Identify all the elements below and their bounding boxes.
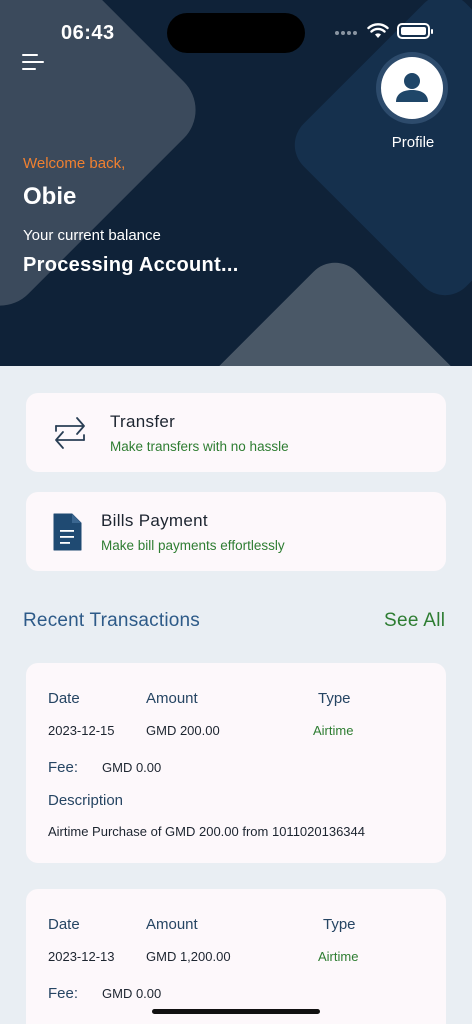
transfer-card[interactable]: Transfer Make transfers with no hassle <box>26 393 446 472</box>
wifi-icon <box>367 23 389 38</box>
date-label: Date <box>48 690 80 707</box>
transaction-description: Airtime Purchase of GMD 200.00 from 1011… <box>48 824 365 839</box>
bills-payment-card[interactable]: Bills Payment Make bill payments effortl… <box>26 492 446 571</box>
transaction-amount: GMD 200.00 <box>146 723 220 738</box>
see-all-link[interactable]: See All <box>384 610 445 632</box>
transaction-date: 2023-12-13 <box>48 949 115 964</box>
transaction-card[interactable]: Date Amount Type 2023-12-13 GMD 1,200.00… <box>26 889 446 1024</box>
transaction-date: 2023-12-15 <box>48 723 115 738</box>
profile-button[interactable]: Profile <box>376 52 450 151</box>
status-time: 06:43 <box>61 22 115 44</box>
bills-payment-title: Bills Payment <box>101 510 208 530</box>
home-indicator[interactable] <box>152 1009 320 1014</box>
welcome-text: Welcome back, <box>23 155 126 172</box>
amount-label: Amount <box>146 690 198 707</box>
fee-label: Fee: <box>48 759 79 776</box>
profile-label: Profile <box>391 134 435 151</box>
transfer-title: Transfer <box>110 411 176 431</box>
battery-icon <box>397 23 433 39</box>
status-icons <box>335 22 433 40</box>
decor-shape <box>282 0 472 308</box>
avatar[interactable] <box>376 52 448 124</box>
user-icon <box>396 73 428 102</box>
transfer-arrows-icon <box>52 411 88 455</box>
transfer-subtitle: Make transfers with no hassle <box>110 438 289 454</box>
bills-payment-subtitle: Make bill payments effortlessly <box>101 537 285 553</box>
transaction-card[interactable]: Date Amount Type 2023-12-15 GMD 200.00 A… <box>26 663 446 863</box>
signal-dots-icon <box>335 22 359 40</box>
transaction-fee: GMD 0.00 <box>102 986 162 1001</box>
type-label: Type <box>323 916 356 933</box>
balance-label: Your current balance <box>23 227 161 244</box>
description-label: Description <box>48 792 124 809</box>
transaction-type: Airtime <box>313 723 354 738</box>
date-label: Date <box>48 916 80 933</box>
transaction-amount: GMD 1,200.00 <box>146 949 231 964</box>
dynamic-island <box>167 13 305 53</box>
transaction-fee: GMD 0.00 <box>102 760 162 775</box>
username: Obie <box>23 183 77 210</box>
balance-value: Processing Account... <box>23 254 239 276</box>
transaction-type: Airtime <box>318 949 359 964</box>
recent-transactions-title: Recent Transactions <box>23 610 200 631</box>
fee-label: Fee: <box>48 985 79 1002</box>
amount-label: Amount <box>146 916 198 933</box>
header-banner: 06:43 Profile Welcome back, Obie Your cu… <box>0 0 472 366</box>
type-label: Type <box>318 690 351 707</box>
document-icon <box>50 510 84 554</box>
menu-icon[interactable] <box>22 54 46 72</box>
